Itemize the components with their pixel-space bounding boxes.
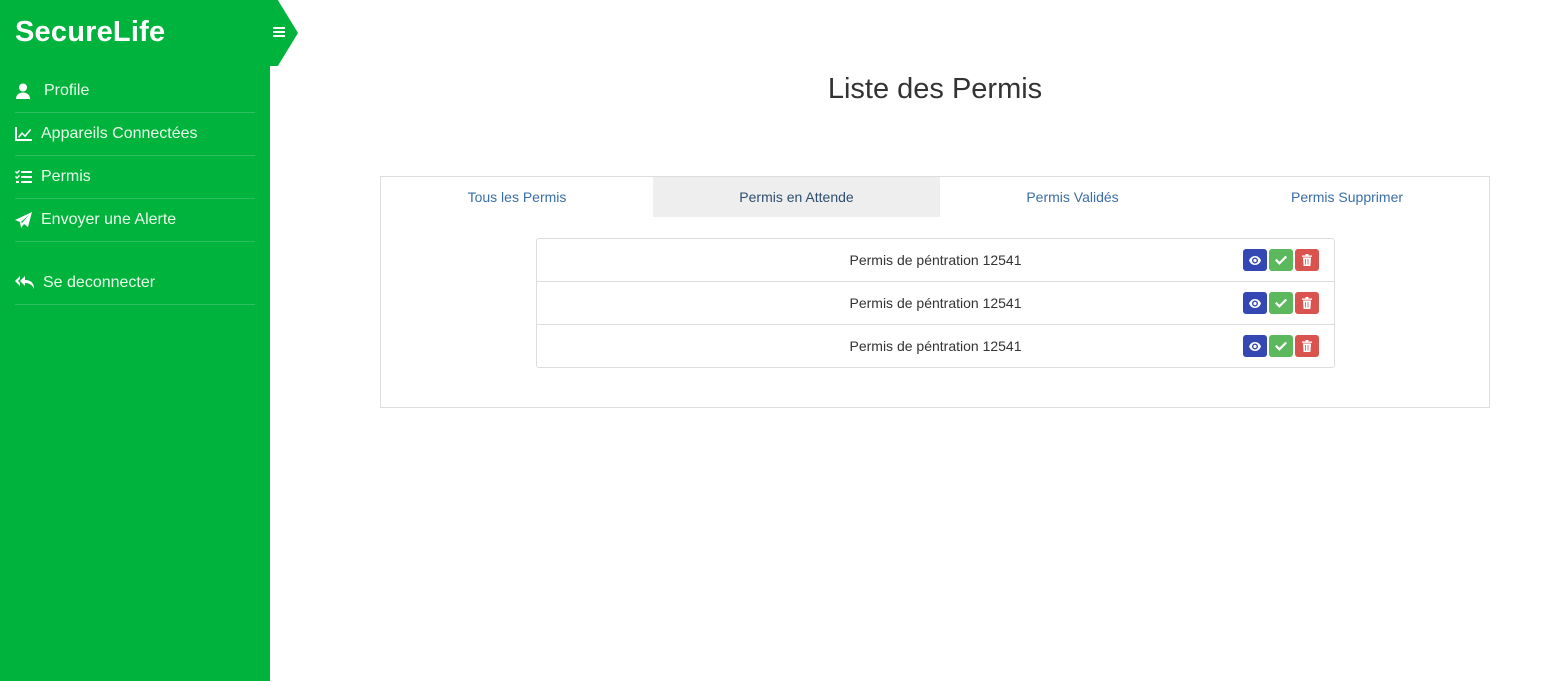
view-button[interactable] <box>1243 335 1267 357</box>
sidebar-item-label: Appareils Connectées <box>41 125 198 142</box>
eye-icon <box>1249 298 1261 308</box>
list-item: Permis de péntration 12541 <box>537 325 1334 367</box>
reply-all-icon <box>15 275 41 291</box>
paper-plane-icon <box>15 212 41 228</box>
delete-button[interactable] <box>1295 292 1319 314</box>
tab-permis-valides[interactable]: Permis Validés <box>940 177 1205 217</box>
sidebar-item-profile[interactable]: Profile <box>15 70 255 113</box>
sidebar-nav: Profile Appareils Connectées Permis Envo… <box>15 70 255 305</box>
permit-name: Permis de péntration 12541 <box>849 295 1022 311</box>
trash-icon <box>1302 297 1312 309</box>
main-content: Liste des Permis Tous les Permis Permis … <box>270 0 1560 681</box>
sidebar: SecureLife Profile Appareils Connectées … <box>0 0 270 681</box>
sidebar-item-label: Profile <box>44 82 90 99</box>
sidebar-item-label: Permis <box>41 168 91 185</box>
check-icon <box>1275 341 1287 351</box>
sidebar-item-appareils[interactable]: Appareils Connectées <box>15 113 255 156</box>
row-actions <box>1243 335 1319 357</box>
validate-button[interactable] <box>1269 292 1293 314</box>
line-chart-icon <box>15 127 41 141</box>
sidebar-item-logout[interactable]: Se deconnecter <box>15 262 255 305</box>
page-title: Liste des Permis <box>827 73 1043 105</box>
permits-list: Permis de péntration 12541 Permis de pén… <box>536 238 1335 368</box>
permit-name: Permis de péntration 12541 <box>849 252 1022 268</box>
sidebar-item-alerte[interactable]: Envoyer une Alerte <box>15 199 255 242</box>
view-button[interactable] <box>1243 249 1267 271</box>
list-item: Permis de péntration 12541 <box>537 282 1334 325</box>
sidebar-item-permis[interactable]: Permis <box>15 156 255 199</box>
validate-button[interactable] <box>1269 335 1293 357</box>
validate-button[interactable] <box>1269 249 1293 271</box>
sidebar-item-label: Envoyer une Alerte <box>41 211 177 228</box>
permits-panel: Tous les Permis Permis en Attende Permis… <box>380 176 1490 408</box>
trash-icon <box>1302 340 1312 352</box>
permit-name: Permis de péntration 12541 <box>849 338 1022 354</box>
row-actions <box>1243 292 1319 314</box>
check-icon <box>1275 298 1287 308</box>
tab-bar: Tous les Permis Permis en Attende Permis… <box>381 177 1489 217</box>
trash-icon <box>1302 254 1312 266</box>
eye-icon <box>1249 255 1261 265</box>
delete-button[interactable] <box>1295 249 1319 271</box>
delete-button[interactable] <box>1295 335 1319 357</box>
tab-tous-les-permis[interactable]: Tous les Permis <box>381 177 653 217</box>
list-item: Permis de péntration 12541 <box>537 239 1334 282</box>
logout-label: Se deconnecter <box>43 274 156 291</box>
row-actions <box>1243 249 1319 271</box>
tab-permis-en-attende[interactable]: Permis en Attende <box>653 177 940 217</box>
brand-logo[interactable]: SecureLife <box>15 16 165 49</box>
view-button[interactable] <box>1243 292 1267 314</box>
check-icon <box>1275 255 1287 265</box>
user-icon <box>15 83 41 99</box>
eye-icon <box>1249 341 1261 351</box>
tab-permis-supprimer[interactable]: Permis Supprimer <box>1205 177 1489 217</box>
tasks-icon <box>15 170 41 184</box>
